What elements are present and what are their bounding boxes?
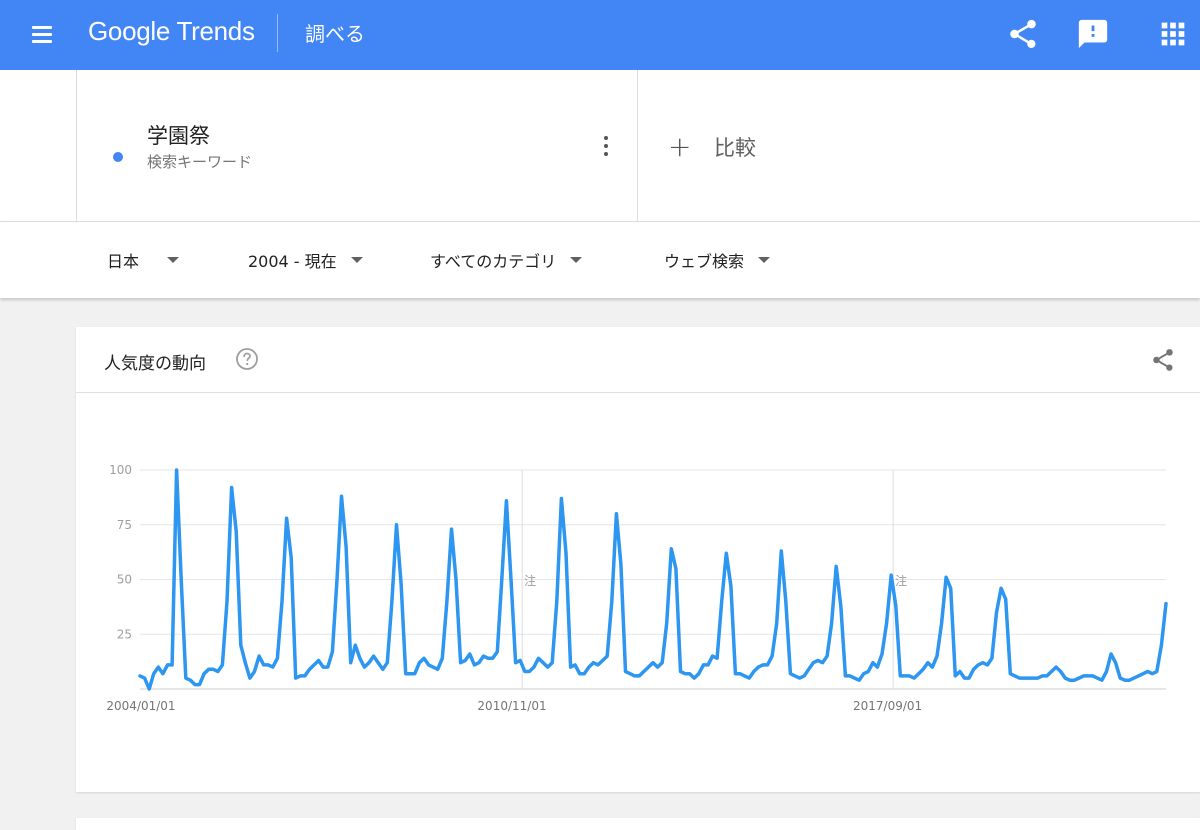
category-value: すべてのカテゴリ [430,252,557,271]
search-term-text[interactable]: 学園祭 [147,120,210,150]
compare-label: 比較 [714,136,756,160]
feedback-icon[interactable] [1076,17,1110,51]
page-title: 調べる [305,22,365,46]
search-type-value: ウェブ検索 [664,252,745,271]
y-tick-label: 75 [117,518,132,532]
search-term-panel: 学園祭 検索キーワード + 比較 [0,70,1200,222]
search-type-dropdown[interactable]: ウェブ検索 [664,248,771,272]
y-tick-label: 25 [117,627,132,641]
interest-line-chart[interactable]: 100755025注注注2004/01/012010/11/012017/09/… [76,393,1200,792]
logo-google-text: Google [88,16,171,46]
interest-over-time-card: 人気度の動向 100755025注注注2004/01/012010/11/012… [76,327,1200,792]
share-icon[interactable] [1006,17,1040,51]
help-icon[interactable] [235,347,259,371]
header-divider [277,14,278,52]
caret-down-icon [167,257,180,263]
time-range-value: 2004 - 現在 [248,252,337,271]
search-term-card[interactable]: 学園祭 検索キーワード [76,70,638,222]
compare-button[interactable]: + 比較 [668,132,756,162]
caret-down-icon [350,257,363,263]
x-tick-label: 2010/11/01 [477,699,546,713]
x-tick-label: 2017/09/01 [853,699,922,713]
card-header: 人気度の動向 [76,327,1200,393]
note-marker-label: 注 [524,573,536,588]
apps-grid-icon[interactable] [1156,17,1190,51]
more-vert-icon[interactable] [597,134,615,158]
time-range-dropdown[interactable]: 2004 - 現在 [248,248,363,272]
x-tick-label: 2004/01/01 [106,699,175,713]
caret-down-icon [570,257,583,263]
y-tick-label: 100 [109,463,132,477]
category-dropdown[interactable]: すべてのカテゴリ [430,248,583,272]
search-term-type: 検索キーワード [147,153,253,171]
chart-share-icon[interactable] [1150,347,1176,373]
menu-icon[interactable] [24,20,60,50]
google-trends-logo[interactable]: Google Trends [88,16,255,47]
plus-icon: + [668,130,692,163]
region-value: 日本 [107,252,140,271]
region-dropdown[interactable]: 日本 [107,248,180,272]
filter-bar: 日本 2004 - 現在 すべてのカテゴリ ウェブ検索 [0,222,1200,298]
caret-down-icon [758,257,771,263]
y-tick-label: 50 [117,573,132,587]
logo-trends-text: Trends [170,16,255,46]
chart-svg: 100755025注注注2004/01/012010/11/012017/09/… [106,463,1168,713]
top-app-bar: Google Trends 調べる [0,0,1200,70]
term-color-dot [113,152,123,162]
note-marker-label: 注 [895,573,907,588]
card-title: 人気度の動向 [104,354,206,374]
next-card [76,818,1200,830]
